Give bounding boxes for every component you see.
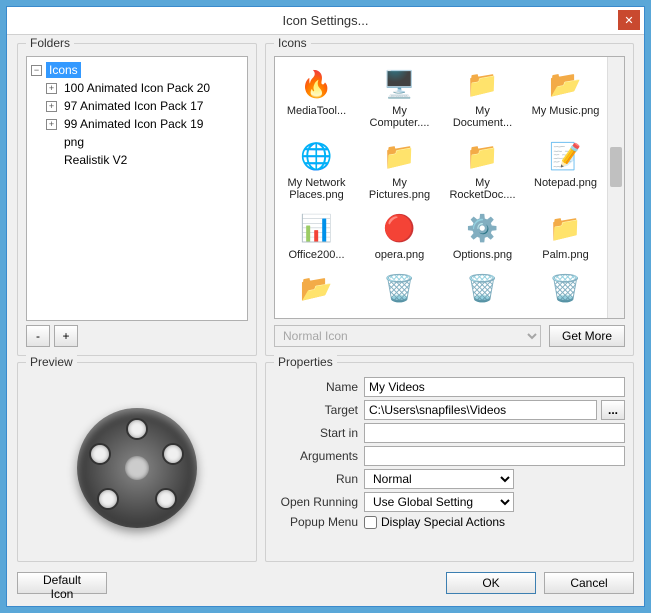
icon-row5-b[interactable]: 🗑️	[358, 267, 441, 311]
icon-my-computer-label: My Computer....	[364, 105, 436, 129]
properties-group: Properties Name Target ... Start in Argu…	[265, 362, 634, 562]
icon-my-documents-glyph: 📁	[464, 65, 502, 103]
icon-my-pictures-label: My Pictures.png	[364, 177, 436, 201]
icon-rocketdock-label: My RocketDoc....	[447, 177, 519, 201]
icon-row5-d-glyph: 🗑️	[547, 269, 585, 307]
icon-notepad-label: Notepad.png	[534, 177, 597, 189]
tree-item[interactable]: 97 Animated Icon Pack 17	[61, 98, 206, 114]
icon-type-select[interactable]: Normal Icon	[274, 325, 541, 347]
icon-office[interactable]: 📊 Office200...	[275, 207, 358, 263]
icons-scrollbar[interactable]	[607, 57, 624, 318]
open-running-select[interactable]: Use Global Setting	[364, 492, 514, 512]
dialog-buttons: Default Icon OK Cancel	[17, 568, 634, 598]
open-running-label: Open Running	[274, 495, 364, 509]
folders-group: Folders − Icons +100 Animated Icon Pack …	[17, 43, 257, 356]
icon-my-computer-glyph: 🖥️	[381, 65, 419, 103]
folder-tree[interactable]: − Icons +100 Animated Icon Pack 20 +97 A…	[26, 56, 248, 321]
icon-my-network-label: My Network Places.png	[281, 177, 353, 201]
icon-my-network-glyph: 🌐	[298, 137, 336, 175]
arguments-label: Arguments	[274, 449, 364, 463]
tree-item[interactable]: png	[61, 134, 87, 150]
icon-notepad-glyph: 📝	[547, 137, 585, 175]
tree-item[interactable]: 100 Animated Icon Pack 20	[61, 80, 213, 96]
tree-collapse-icon[interactable]: −	[31, 65, 42, 76]
icon-mediatool-glyph: 🔥	[298, 65, 336, 103]
ok-button[interactable]: OK	[446, 572, 536, 594]
icon-office-label: Office200...	[288, 249, 344, 261]
icon-row5-b-glyph: 🗑️	[381, 269, 419, 307]
arguments-input[interactable]	[364, 446, 625, 466]
close-button[interactable]: ✕	[618, 10, 640, 30]
tree-item[interactable]: 99 Animated Icon Pack 19	[61, 116, 206, 132]
icon-my-music-glyph: 📂	[547, 65, 585, 103]
icon-notepad[interactable]: 📝 Notepad.png	[524, 135, 607, 203]
icon-options-label: Options.png	[453, 249, 512, 261]
icon-options-glyph: ⚙️	[464, 209, 502, 247]
preview-label: Preview	[26, 355, 77, 369]
icon-rocketdock-glyph: 📁	[464, 137, 502, 175]
target-label: Target	[274, 403, 364, 417]
icon-my-music[interactable]: 📂 My Music.png	[524, 63, 607, 131]
icon-my-documents-label: My Document...	[447, 105, 519, 129]
icon-palm[interactable]: 📁 Palm.png	[524, 207, 607, 263]
icon-my-music-label: My Music.png	[532, 105, 600, 117]
icon-opera-glyph: 🔴	[381, 209, 419, 247]
tree-root[interactable]: Icons	[46, 62, 81, 78]
cancel-button[interactable]: Cancel	[544, 572, 634, 594]
tree-item[interactable]: Realistik V2	[61, 152, 130, 168]
browse-button[interactable]: ...	[601, 400, 625, 420]
name-input[interactable]	[364, 377, 625, 397]
run-select[interactable]: Normal	[364, 469, 514, 489]
icon-mediatool-label: MediaTool...	[287, 105, 346, 117]
icon-opera[interactable]: 🔴 opera.png	[358, 207, 441, 263]
icon-my-pictures-glyph: 📁	[381, 137, 419, 175]
default-icon-button[interactable]: Default Icon	[17, 572, 107, 594]
icon-options[interactable]: ⚙️ Options.png	[441, 207, 524, 263]
remove-folder-button[interactable]: -	[26, 325, 50, 347]
film-reel-icon	[77, 408, 197, 528]
folders-label: Folders	[26, 36, 74, 50]
icon-my-network[interactable]: 🌐My Network Places.png	[275, 135, 358, 203]
tree-expand-icon[interactable]: +	[46, 83, 57, 94]
icons-listview: 🔥MediaTool...🖥️My Computer....📁My Docume…	[274, 56, 625, 319]
target-input[interactable]	[364, 400, 597, 420]
properties-label: Properties	[274, 355, 337, 369]
icon-palm-glyph: 📁	[547, 209, 585, 247]
icon-my-pictures[interactable]: 📁My Pictures.png	[358, 135, 441, 203]
content-area: Folders − Icons +100 Animated Icon Pack …	[7, 35, 644, 606]
window-title: Icon Settings...	[283, 13, 369, 28]
display-special-label: Display Special Actions	[381, 515, 505, 529]
tree-expand-icon[interactable]: +	[46, 119, 57, 130]
icon-my-documents[interactable]: 📁My Document...	[441, 63, 524, 131]
startin-input[interactable]	[364, 423, 625, 443]
icon-row5-c-glyph: 🗑️	[464, 269, 502, 307]
startin-label: Start in	[274, 426, 364, 440]
icon-rocketdock[interactable]: 📁My RocketDoc....	[441, 135, 524, 203]
icon-row5-a-glyph: 📂	[298, 269, 336, 307]
name-label: Name	[274, 380, 364, 394]
add-folder-button[interactable]: +	[54, 325, 78, 347]
icons-label: Icons	[274, 36, 311, 50]
icon-opera-label: opera.png	[375, 249, 425, 261]
tree-expand-icon[interactable]: +	[46, 101, 57, 112]
icon-row5-d[interactable]: 🗑️	[524, 267, 607, 311]
titlebar: Icon Settings... ✕	[7, 7, 644, 35]
popup-menu-label: Popup Menu	[274, 515, 364, 529]
icon-row5-a[interactable]: 📂	[275, 267, 358, 311]
icon-mediatool[interactable]: 🔥 MediaTool...	[275, 63, 358, 131]
icon-office-glyph: 📊	[298, 209, 336, 247]
dialog-window: Icon Settings... ✕ Folders − Icons +100 …	[6, 6, 645, 607]
icon-palm-label: Palm.png	[542, 249, 588, 261]
run-label: Run	[274, 472, 364, 486]
get-more-button[interactable]: Get More	[549, 325, 625, 347]
icon-my-computer[interactable]: 🖥️My Computer....	[358, 63, 441, 131]
icon-row5-c[interactable]: 🗑️	[441, 267, 524, 311]
preview-image	[26, 377, 248, 559]
display-special-checkbox[interactable]	[364, 516, 377, 529]
preview-group: Preview	[17, 362, 257, 562]
icons-group: Icons 🔥MediaTool...🖥️My Computer....📁My …	[265, 43, 634, 356]
